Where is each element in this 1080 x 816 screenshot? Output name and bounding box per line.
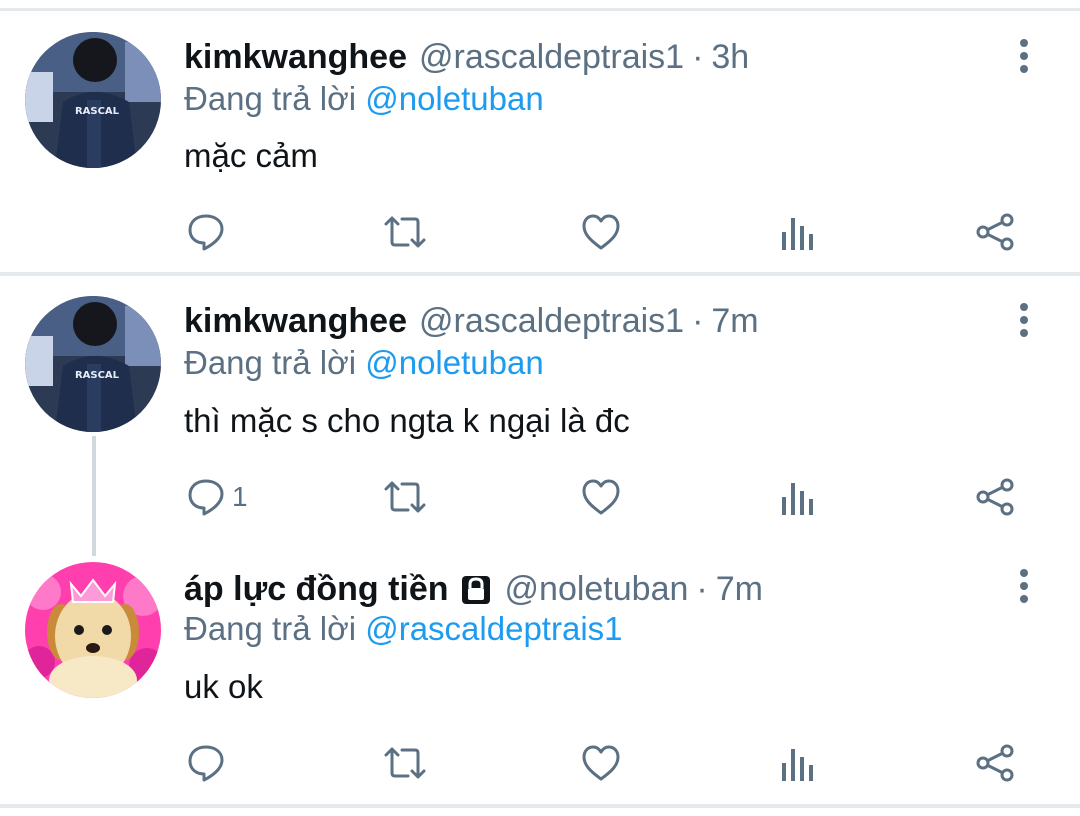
tweet-header: kimkwanghee @rascaldeptrais1 · 7m [184, 296, 759, 346]
share-button[interactable] [974, 207, 1016, 257]
tweet-text: thì mặc s cho ngta k ngại là đc [184, 402, 630, 439]
more-icon[interactable] [1004, 566, 1044, 606]
share-button[interactable] [974, 738, 1016, 788]
display-name[interactable]: kimkwanghee [184, 302, 407, 341]
user-handle[interactable]: @noletuban [505, 570, 689, 609]
retweet-button[interactable] [382, 207, 428, 257]
reply-icon [188, 745, 224, 782]
more-icon[interactable] [1004, 36, 1044, 76]
timestamp[interactable]: 3h [711, 38, 749, 77]
avatar[interactable]: RASCAL [25, 32, 161, 168]
replying-to-label: Đang trả lời [184, 344, 357, 381]
bottom-divider [0, 804, 1080, 808]
display-name[interactable]: áp lực đồng tiền [184, 570, 449, 609]
analytics-button[interactable] [780, 738, 816, 788]
retweet-icon [384, 481, 426, 513]
retweet-button[interactable] [382, 738, 428, 788]
tweet[interactable]: RASCAL kimkwanghee @rascaldeptrais1 · 3h… [0, 0, 1080, 272]
replying-to-label: Đang trả lời [184, 610, 357, 647]
like-icon [582, 479, 620, 515]
user-handle[interactable]: @rascaldeptrais1 [419, 38, 684, 77]
display-name[interactable]: kimkwanghee [184, 38, 407, 77]
analytics-icon [782, 483, 813, 515]
like-button[interactable] [580, 472, 622, 522]
share-icon [976, 213, 1014, 251]
like-icon [582, 214, 620, 250]
reply-mention-link[interactable]: @noletuban [365, 80, 543, 117]
reply-mention-link[interactable]: @rascaldeptrais1 [365, 610, 622, 647]
timestamp[interactable]: 7m [711, 302, 758, 341]
tweet-text: mặc cảm [184, 137, 318, 174]
share-icon [976, 744, 1014, 782]
like-button[interactable] [580, 738, 622, 788]
svg-text:RASCAL: RASCAL [75, 106, 120, 117]
tweet-header: kimkwanghee @rascaldeptrais1 · 3h [184, 32, 749, 82]
separator: · [696, 569, 708, 608]
svg-text:RASCAL: RASCAL [75, 370, 120, 381]
analytics-icon [782, 749, 813, 781]
avatar[interactable] [25, 562, 161, 698]
avatar[interactable]: RASCAL [25, 296, 161, 432]
user-handle[interactable]: @rascaldeptrais1 [419, 302, 684, 341]
reply-button[interactable] [186, 738, 232, 788]
share-icon [976, 478, 1014, 516]
timestamp[interactable]: 7m [716, 570, 763, 609]
tweet-header: áp lực đồng tiền @noletuban · 7m [184, 564, 763, 614]
retweet-icon [384, 747, 426, 779]
action-bar: 1 [0, 472, 1080, 522]
share-button[interactable] [974, 472, 1016, 522]
replying-to: Đang trả lời @noletuban [184, 80, 544, 124]
reply-button[interactable]: 1 [186, 472, 248, 522]
tweet[interactable]: RASCAL kimkwanghee @rascaldeptrais1 · 7m… [0, 276, 1080, 556]
analytics-icon [782, 218, 813, 250]
replying-to: Đang trả lời @rascaldeptrais1 [184, 610, 623, 654]
reply-count: 1 [232, 481, 248, 512]
reply-icon [188, 479, 224, 516]
reply-button[interactable] [186, 207, 232, 257]
like-icon [582, 745, 620, 781]
replying-to: Đang trả lời @noletuban [184, 344, 544, 388]
retweet-icon [384, 216, 426, 248]
reply-icon [188, 214, 224, 251]
analytics-button[interactable] [780, 207, 816, 257]
replying-to-label: Đang trả lời [184, 80, 357, 117]
analytics-button[interactable] [780, 472, 816, 522]
action-bar [0, 738, 1080, 788]
like-button[interactable] [580, 207, 622, 257]
tweet[interactable]: áp lực đồng tiền @noletuban · 7m Đang tr… [0, 544, 1080, 804]
tweet-text: uk ok [184, 668, 263, 705]
action-bar [0, 207, 1080, 257]
more-icon[interactable] [1004, 300, 1044, 340]
reply-mention-link[interactable]: @noletuban [365, 344, 543, 381]
lock-icon [461, 576, 490, 604]
separator: · [692, 301, 704, 340]
separator: · [692, 37, 704, 76]
retweet-button[interactable] [382, 472, 428, 522]
